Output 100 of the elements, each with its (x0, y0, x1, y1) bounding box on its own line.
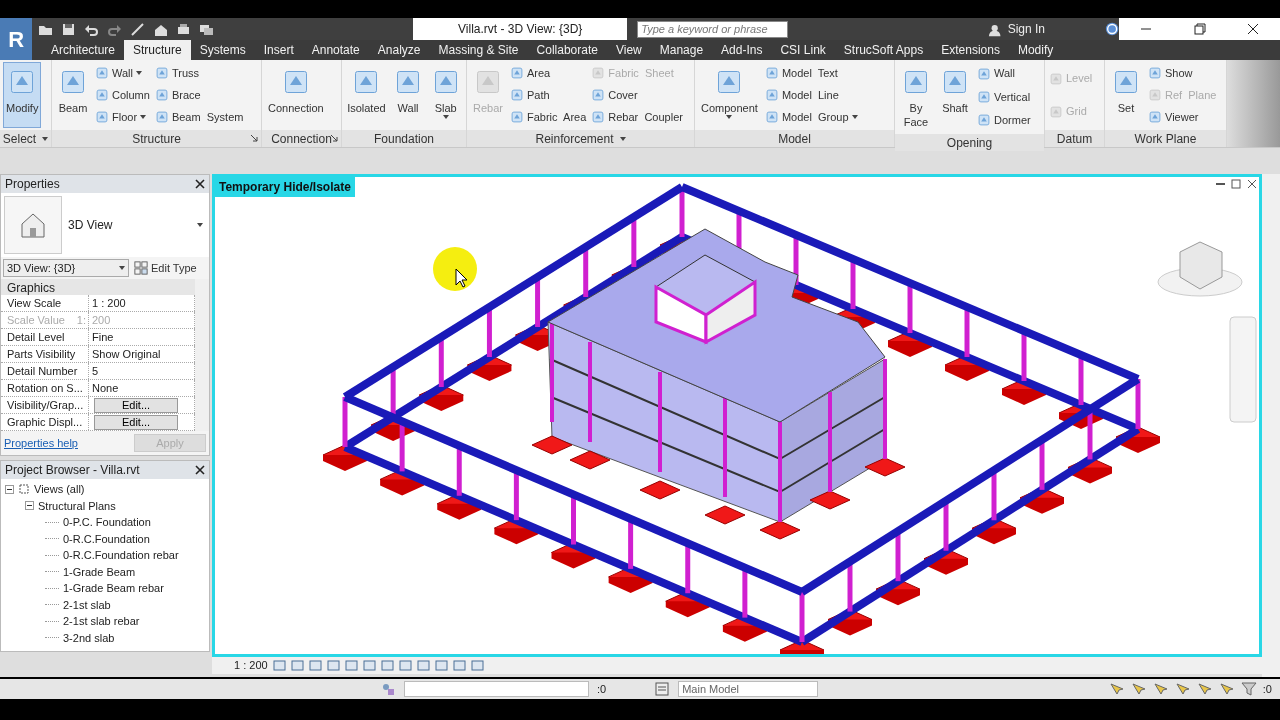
search-field[interactable]: Type a keyword or phrase (637, 20, 789, 38)
ribbon-tab[interactable]: Extensions (932, 40, 1009, 60)
ribbon-tab[interactable]: Massing & Site (429, 40, 528, 60)
app-logo[interactable]: R (0, 18, 33, 60)
view-scale[interactable]: 1 : 200 (234, 657, 268, 674)
ribbon-tab[interactable]: StrucSoft Apps (834, 40, 933, 60)
tree-item[interactable]: Views (all) (34, 481, 85, 498)
view-control-icon[interactable] (326, 659, 340, 672)
tree-item[interactable]: 1-Grade Beam (63, 563, 136, 580)
selection-option-icon[interactable] (1174, 681, 1191, 697)
ribbon-tool-button[interactable]: Wall (94, 63, 151, 83)
view-control-icon[interactable] (272, 659, 286, 672)
ribbon-tool-button[interactable]: Wall (390, 62, 426, 128)
ribbon-tab[interactable]: Architecture (42, 40, 125, 60)
tree-item[interactable]: 3-2nd slab (63, 629, 115, 646)
ribbon-tool-button[interactable]: Model Text (763, 63, 859, 83)
ribbon-tool-button[interactable]: Slab (428, 62, 463, 128)
view-control-icon[interactable] (362, 659, 376, 672)
ribbon-tool-button[interactable]: Rebar Coupler (590, 107, 684, 127)
ribbon-tool-button[interactable]: Beam (55, 62, 91, 128)
ribbon-tool-button[interactable]: Model Group (763, 107, 859, 127)
scrollbar[interactable] (1262, 174, 1280, 677)
ribbon-tab[interactable]: Manage (650, 40, 713, 60)
ribbon-tool-button[interactable]: Connection (265, 62, 327, 128)
close-icon[interactable] (195, 179, 205, 189)
edit-button[interactable]: Edit... (94, 415, 178, 430)
ribbon-tab[interactable]: Systems (190, 40, 255, 60)
view-control-icon[interactable] (308, 659, 322, 672)
ribbon-tab[interactable]: Insert (254, 40, 303, 60)
restore-icon[interactable] (1193, 23, 1206, 35)
dialog-launcher-icon[interactable] (330, 134, 338, 142)
view-control-icon[interactable] (398, 659, 412, 672)
close-icon[interactable] (195, 465, 205, 475)
dialog-launcher-icon[interactable] (250, 134, 258, 142)
selection-option-icon[interactable] (1196, 681, 1213, 697)
view-control-icon[interactable] (434, 659, 448, 672)
ribbon-tool-button[interactable]: By Face (898, 62, 934, 132)
ribbon-tool-button[interactable]: Floor (94, 107, 151, 127)
ribbon-tool-button[interactable]: Dormer (976, 111, 1032, 130)
view-control-icon[interactable] (344, 659, 358, 672)
ribbon-tool-button[interactable]: Shaft (937, 62, 973, 132)
close-icon[interactable] (1247, 23, 1260, 35)
ribbon-tool-button[interactable]: Brace (153, 85, 245, 105)
tree-item[interactable]: 0-R.C.Foundation rebar (63, 547, 179, 564)
edit-type-button[interactable]: Edit Type (133, 258, 198, 278)
ribbon-tab[interactable]: Structure (124, 40, 191, 60)
ribbon-tool-button[interactable]: Truss (153, 63, 245, 83)
tree-item[interactable]: 2-1st slab (63, 596, 111, 613)
expand-toggle[interactable] (5, 484, 14, 494)
panel-title[interactable]: Model (778, 129, 811, 148)
save-icon[interactable] (61, 21, 77, 37)
selection-option-icon[interactable] (1130, 681, 1147, 697)
design-options-icon[interactable] (654, 681, 671, 697)
ribbon-tab[interactable]: View (606, 40, 651, 60)
ribbon-tool-button[interactable]: Path (509, 85, 588, 105)
view-control-icon[interactable] (452, 659, 466, 672)
expand-toggle[interactable] (25, 501, 34, 511)
measure-icon[interactable] (130, 21, 146, 37)
view-control-icon[interactable] (380, 659, 394, 672)
print-icon[interactable] (176, 21, 192, 37)
selection-option-icon[interactable] (1218, 681, 1235, 697)
ribbon-tab[interactable]: Annotate (302, 40, 369, 60)
selection-option-icon[interactable] (1152, 681, 1169, 697)
tree-item[interactable]: 1-Grade Beam rebar (63, 580, 164, 597)
sign-in-link[interactable]: Sign In (1007, 20, 1046, 38)
ribbon-tool-button[interactable]: Beam System (153, 107, 245, 127)
ribbon-tool-button[interactable]: Fabric Area (509, 107, 588, 127)
ribbon-tool-button[interactable]: Isolated (345, 62, 388, 128)
type-selector[interactable]: 3D View: {3D} (3, 259, 129, 277)
tree-item[interactable]: Structural Plans (38, 497, 116, 514)
selection-option-icon[interactable] (1108, 681, 1125, 697)
view-control-icon[interactable] (416, 659, 430, 672)
viewport-controls[interactable] (1216, 179, 1257, 189)
tree-item[interactable]: 0-P.C. Foundation (63, 514, 151, 531)
dropdown-caret-icon[interactable] (619, 136, 626, 141)
ribbon-tool-button[interactable]: Column (94, 85, 151, 105)
dropdown-caret-icon[interactable] (42, 136, 49, 141)
ribbon-tab[interactable]: Collaborate (527, 40, 607, 60)
edit-button[interactable]: Edit... (94, 398, 178, 413)
ribbon-tool-button[interactable]: Set (1108, 62, 1144, 128)
ribbon-tab[interactable]: Analyze (368, 40, 430, 60)
tree-item[interactable]: 0-R.C.Foundation (63, 530, 150, 547)
design-option-dropdown[interactable]: Main Model (678, 681, 819, 697)
ribbon-tool-button[interactable]: Model Line (763, 85, 859, 105)
ribbon-tool-button[interactable]: Cover (590, 85, 684, 105)
dropdown-caret-icon[interactable] (197, 223, 203, 227)
tree-item[interactable]: 2-1st slab rebar (63, 613, 140, 630)
ribbon-tool-button[interactable]: Modify (3, 62, 42, 128)
ribbon-tab[interactable]: Add-Ins (712, 40, 772, 60)
ribbon-tab[interactable]: CSI Link (771, 40, 835, 60)
view-control-icon[interactable] (470, 659, 484, 672)
scrollbar[interactable] (195, 279, 209, 431)
ribbon-tool-button[interactable]: Component (698, 62, 761, 128)
ribbon-tool-button[interactable]: Show (1147, 63, 1218, 83)
filter-icon[interactable] (1240, 681, 1257, 697)
ribbon-tool-button[interactable]: Vertical (976, 87, 1032, 107)
worksets-icon[interactable] (380, 681, 396, 697)
ribbon-tool-button[interactable]: Viewer (1147, 107, 1218, 127)
ribbon-tab[interactable]: Modify (1008, 40, 1063, 60)
ribbon-tool-button[interactable]: Wall (976, 64, 1032, 83)
